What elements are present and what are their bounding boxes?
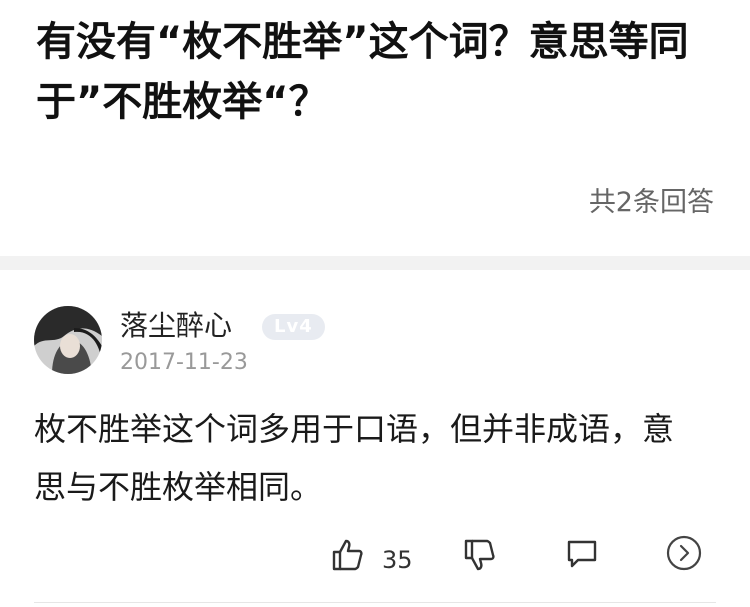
section-separator xyxy=(0,256,750,270)
answer-text: 枚不胜举这个词多用于口语，但并非成语，意思与不胜枚举相同。 xyxy=(34,410,675,506)
level-badge: Lv4 xyxy=(262,314,325,340)
answer-actions xyxy=(0,530,750,580)
answer-date: 2017-11-23 xyxy=(120,350,248,375)
author-name[interactable]: 落尘醉心 xyxy=(120,304,232,344)
bottom-divider xyxy=(34,602,716,603)
comment-bubble-icon[interactable] xyxy=(566,538,598,570)
avatar-image xyxy=(34,306,102,374)
thumbs-up-icon[interactable] xyxy=(331,538,365,572)
avatar[interactable] xyxy=(34,306,102,374)
like-count: 35 xyxy=(382,546,413,574)
chevron-right-circle-icon[interactable] xyxy=(666,535,702,571)
answer-count[interactable]: 共2条回答 xyxy=(589,180,714,219)
thumbs-down-icon[interactable] xyxy=(463,538,497,572)
question-title: 有没有“枚不胜举”这个词？意思等同于”不胜枚举“？ xyxy=(36,19,689,125)
